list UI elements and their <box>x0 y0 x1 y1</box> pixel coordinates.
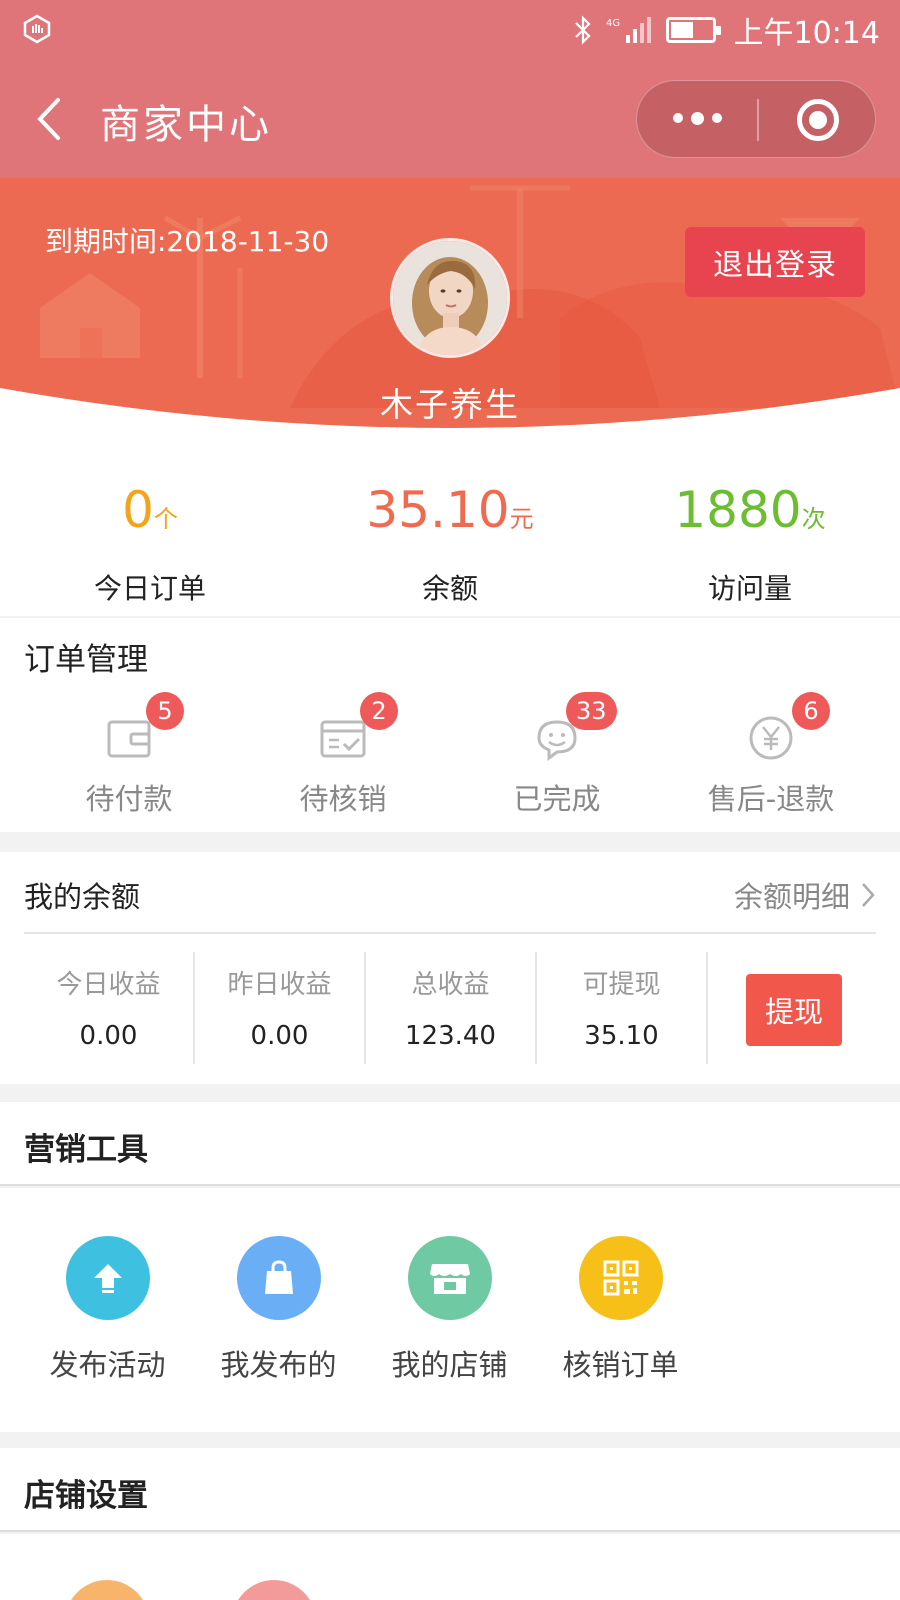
order-status-list: 5 待付款 2 待核销 33 已完成 6 售后-退款 <box>0 692 900 818</box>
balance-title: 我的余额 <box>24 880 141 914</box>
marketing-tools-header: 营销工具 <box>0 1102 900 1186</box>
tool-label: 我发布的 <box>220 1348 337 1382</box>
network-type-label: 4G <box>606 18 620 29</box>
stat-label: 访问量 <box>707 572 792 605</box>
badge-refund: 6 <box>792 692 830 730</box>
order-label: 待付款 <box>85 782 173 816</box>
tool-label: 我的店铺 <box>391 1348 508 1382</box>
battery-icon <box>665 17 721 43</box>
stat-value: 35.10元 <box>366 481 534 539</box>
tool-verify-order[interactable]: 核销订单 <box>535 1236 706 1384</box>
balance-col-title: 今日收益 <box>56 970 161 1000</box>
badge-pending-verify: 2 <box>360 692 398 730</box>
badge-pending-payment: 5 <box>146 692 184 730</box>
settings-item-icon[interactable] <box>65 1580 149 1600</box>
order-management-title: 订单管理 <box>24 642 148 678</box>
qr-code-icon <box>578 1236 663 1320</box>
yen-icon <box>749 716 793 760</box>
order-label: 已完成 <box>513 782 601 816</box>
stat-today-orders[interactable]: 0个 今日订单 <box>0 448 300 616</box>
stat-balance[interactable]: 35.10元 余额 <box>300 448 600 616</box>
mini-program-capsule <box>636 80 876 158</box>
balance-col-value: 0.00 <box>250 1021 309 1051</box>
stats-row: 0个 今日订单 35.10元 余额 1880次 访问量 <box>0 448 900 616</box>
order-label: 售后-退款 <box>707 782 835 816</box>
order-management: 订单管理 5 待付款 2 待核销 33 已完成 6 售后-退款 <box>0 618 900 832</box>
badge-completed: 33 <box>566 692 617 730</box>
balance-col-value: 35.10 <box>584 1021 659 1051</box>
upload-arrow-icon <box>65 1236 150 1320</box>
status-right: 4G 上午10:14 <box>572 10 880 51</box>
stat-label: 余额 <box>421 572 478 605</box>
merchant-header: 到期时间:2018-11-30 退出登录 木子养生 <box>0 178 900 448</box>
stat-visits[interactable]: 1880次 访问量 <box>600 448 900 616</box>
marketing-tools-title: 营销工具 <box>24 1132 148 1168</box>
balance-total: 总收益 123.40 <box>366 952 537 1064</box>
order-pending-payment[interactable]: 5 待付款 <box>22 692 236 818</box>
chevron-right-icon <box>862 883 875 907</box>
marketing-tools-grid: 发布活动 我发布的 我的店铺 核销订单 <box>0 1188 900 1432</box>
shop-settings-grid <box>0 1534 900 1600</box>
withdraw-button[interactable]: 提现 <box>746 974 842 1046</box>
shop-name: 木子养生 <box>380 385 520 424</box>
close-target-icon[interactable] <box>797 99 839 141</box>
my-balance-section: 我的余额 余额明细 今日收益 0.00 昨日收益 0.00 总收益 123.40… <box>0 852 900 1084</box>
capsule-divider <box>757 99 759 141</box>
top-bar: 4G 上午10:14 商家中心 <box>0 0 900 178</box>
tool-label: 发布活动 <box>49 1348 166 1382</box>
balance-col-value: 123.40 <box>405 1021 496 1051</box>
order-refund[interactable]: 6 售后-退款 <box>664 692 878 818</box>
logout-button[interactable]: 退出登录 <box>685 227 865 297</box>
balance-columns: 今日收益 0.00 昨日收益 0.00 总收益 123.40 可提现 35.10… <box>24 952 876 1064</box>
bluetooth-icon <box>574 15 591 45</box>
tool-publish-activity[interactable]: 发布活动 <box>22 1236 193 1384</box>
tool-my-published[interactable]: 我发布的 <box>193 1236 364 1384</box>
avatar-image <box>393 241 507 355</box>
balance-detail-label: 余额明细 <box>733 880 850 914</box>
stat-label: 今日订单 <box>93 572 206 605</box>
wallet-icon <box>107 720 151 758</box>
shop-settings-title: 店铺设置 <box>24 1478 148 1514</box>
expire-date: 到期时间:2018-11-30 <box>45 225 330 258</box>
order-completed[interactable]: 33 已完成 <box>450 692 664 818</box>
balance-withdrawable: 可提现 35.10 <box>537 952 708 1064</box>
signal-4g-icon: 4G <box>606 17 651 43</box>
avatar <box>390 238 510 358</box>
divider <box>24 932 876 934</box>
back-arrow-icon[interactable] <box>30 94 70 144</box>
balance-col-title: 总收益 <box>411 970 490 1000</box>
stat-value: 0个 <box>122 481 178 539</box>
status-time: 上午10:14 <box>733 16 880 51</box>
tool-my-store[interactable]: 我的店铺 <box>364 1236 535 1384</box>
order-pending-verify[interactable]: 2 待核销 <box>236 692 450 818</box>
balance-col-title: 可提现 <box>582 970 661 1000</box>
more-icon[interactable] <box>673 111 722 125</box>
stat-value: 1880次 <box>674 481 826 539</box>
tool-label: 核销订单 <box>562 1348 679 1382</box>
balance-today: 今日收益 0.00 <box>24 952 195 1064</box>
order-label: 待核销 <box>299 782 387 816</box>
balance-col-title: 昨日收益 <box>227 970 332 1000</box>
page-title: 商家中心 <box>100 102 272 148</box>
status-bar: 4G 上午10:14 <box>0 0 900 62</box>
balance-detail-link[interactable]: 余额明细 <box>734 874 876 916</box>
balance-col-value: 0.00 <box>79 1021 138 1051</box>
shop-settings-header: 店铺设置 <box>0 1448 900 1532</box>
storefront-icon <box>407 1236 492 1320</box>
shopping-bag-icon <box>236 1236 321 1320</box>
ticket-check-icon <box>320 720 366 758</box>
app-notification-icon <box>23 14 51 44</box>
nav-bar: 商家中心 <box>0 62 900 178</box>
settings-item-icon[interactable] <box>232 1580 316 1600</box>
balance-yesterday: 昨日收益 0.00 <box>195 952 366 1064</box>
